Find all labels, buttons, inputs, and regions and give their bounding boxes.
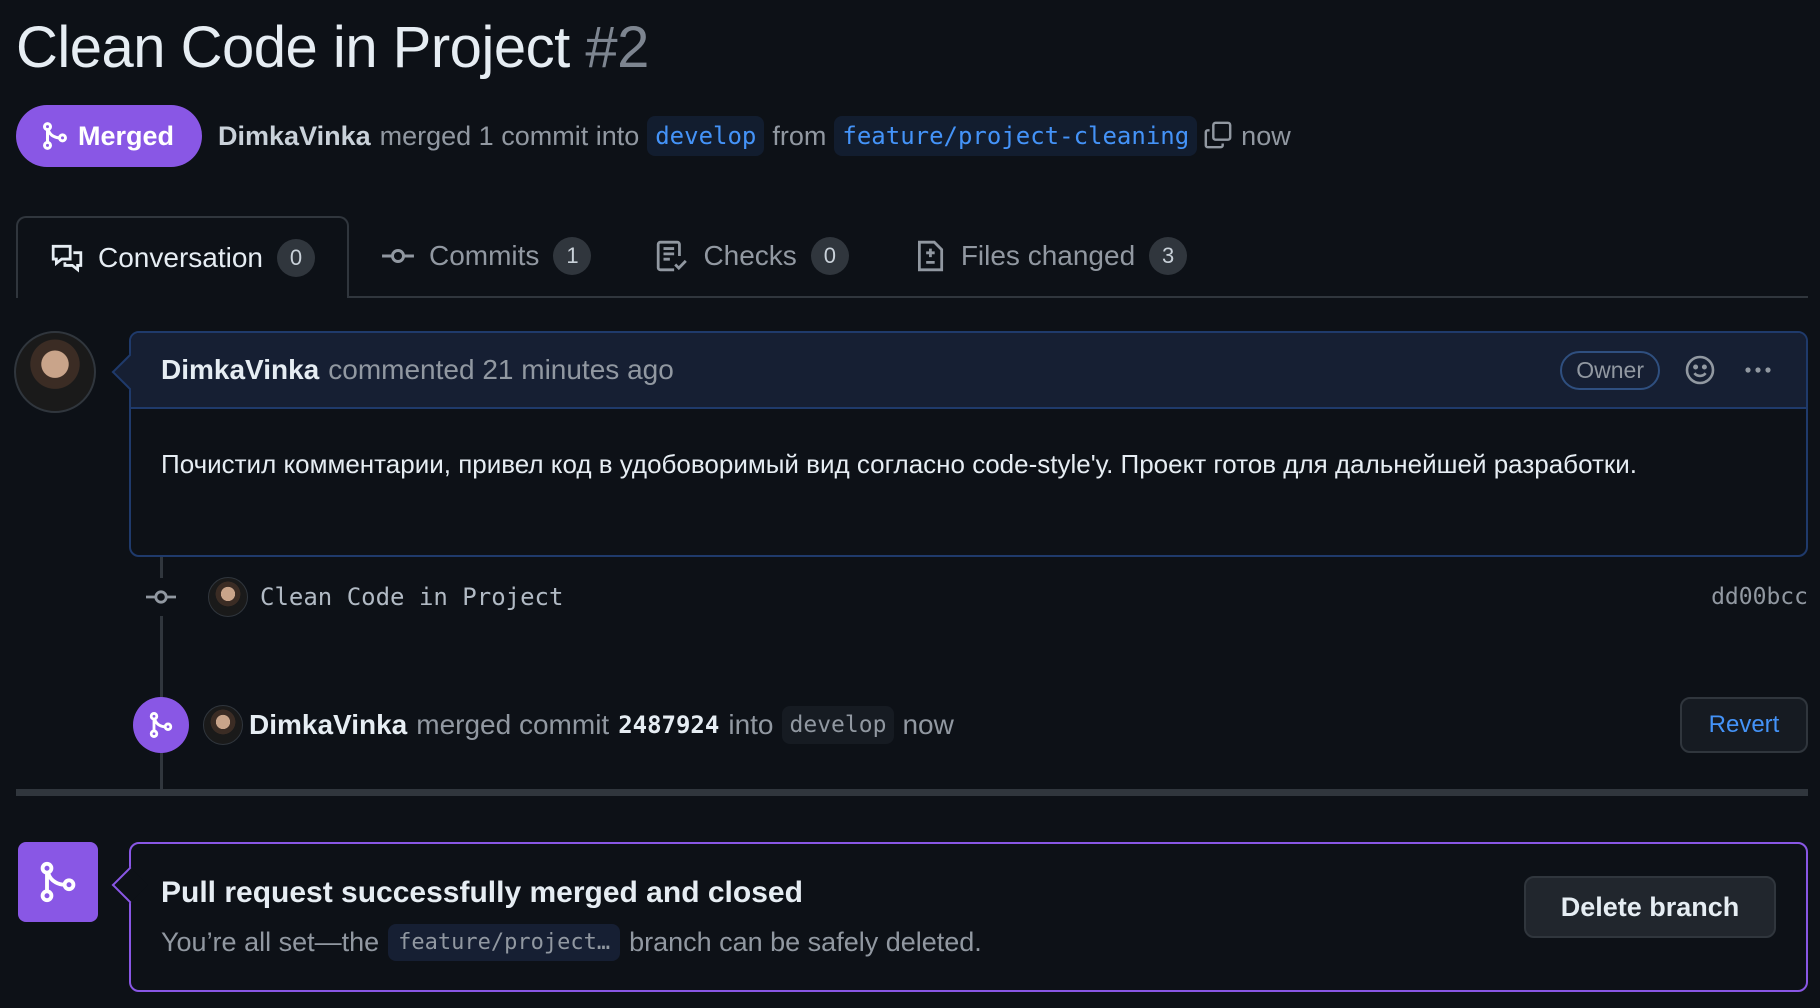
tab-counter: 3 [1149,237,1188,275]
file-diff-icon [917,240,943,272]
merge-event-row: DimkaVinka merged commit 2487924 into de… [133,696,1808,754]
checklist-icon [657,240,688,272]
merge-event-time: now [902,709,954,740]
copy-icon[interactable] [1203,120,1235,152]
comment-author-link[interactable]: DimkaVinka [161,354,319,386]
revert-button[interactable]: Revert [1680,697,1808,753]
merge-status-row: Merged DimkaVinka merged 1 commit into d… [16,105,1291,167]
merged-state-label: Merged [78,120,175,151]
status-from-text: from [772,120,827,151]
pr-title: Clean Code in Project #2 [16,14,649,81]
tab-label: Commits [428,240,540,271]
status-merged-text: merged 1 commit into [379,120,640,151]
pr-number: #2 [585,15,649,80]
commit-row: Clean Code in Project dd00bcc [142,576,1808,618]
comment-body: Почистил комментарии, привел код в удобо… [161,449,1637,479]
merge-commit-sha-link[interactable]: 2487924 [618,711,719,739]
timeline-divider [16,789,1808,796]
merged-status-box: Pull request successfully merged and clo… [129,842,1808,992]
delete-branch-button[interactable]: Delete branch [1524,876,1776,938]
owner-badge: Owner [1560,350,1660,390]
pr-title-text: Clean Code in Project [16,15,570,80]
tab-commits[interactable]: Commits 1 [349,216,623,296]
comment-discussion-icon [51,244,83,273]
git-merge-icon [133,697,189,753]
tab-files-changed[interactable]: Files changed 3 [881,216,1219,296]
head-branch-code: feature/project… [388,924,621,961]
commit-sha-link[interactable]: dd00bcc [1711,584,1808,610]
tab-checks[interactable]: Checks 0 [623,216,880,296]
avatar[interactable] [14,331,96,413]
merged-state-badge: Merged [16,105,203,167]
git-commit-icon [382,248,414,264]
avatar[interactable] [208,577,248,617]
comment-meta[interactable]: commented 21 minutes ago [328,354,674,386]
base-branch-link[interactable]: develop [647,116,765,156]
commit-message-link[interactable]: Clean Code in Project [260,583,563,611]
git-merge-icon [18,842,98,922]
tab-counter: 1 [553,237,592,275]
avatar[interactable] [203,705,243,745]
head-branch-link[interactable]: feature/project-cleaning [834,116,1198,156]
tab-label: Checks [703,240,797,271]
kebab-horizontal-icon[interactable] [1740,352,1776,388]
pr-tabs: Conversation 0 Commits 1 Checks 0 Files … [16,216,1808,298]
tab-label: Files changed [960,240,1136,271]
tab-label: Conversation [98,242,263,273]
git-merge-icon [43,122,67,150]
merged-sub-prefix: You’re all set—the [161,927,380,957]
tab-conversation[interactable]: Conversation 0 [16,216,349,298]
merge-event-text: merged commit [416,709,610,740]
comment-box: DimkaVinka commented 21 minutes ago Owne… [129,331,1808,557]
tab-counter: 0 [810,237,849,275]
git-commit-icon [142,578,180,616]
merge-author-link[interactable]: DimkaVinka [249,709,407,741]
smiley-icon[interactable] [1682,352,1718,388]
merge-into-text: into [728,709,774,740]
comment-header: DimkaVinka commented 21 minutes ago Owne… [131,333,1806,409]
merge-branch-link[interactable]: develop [781,706,895,744]
tab-counter: 0 [276,239,315,277]
status-time: now [1241,120,1291,151]
status-author-link[interactable]: DimkaVinka [218,121,371,152]
merged-sub-suffix: branch can be safely deleted. [629,927,982,957]
